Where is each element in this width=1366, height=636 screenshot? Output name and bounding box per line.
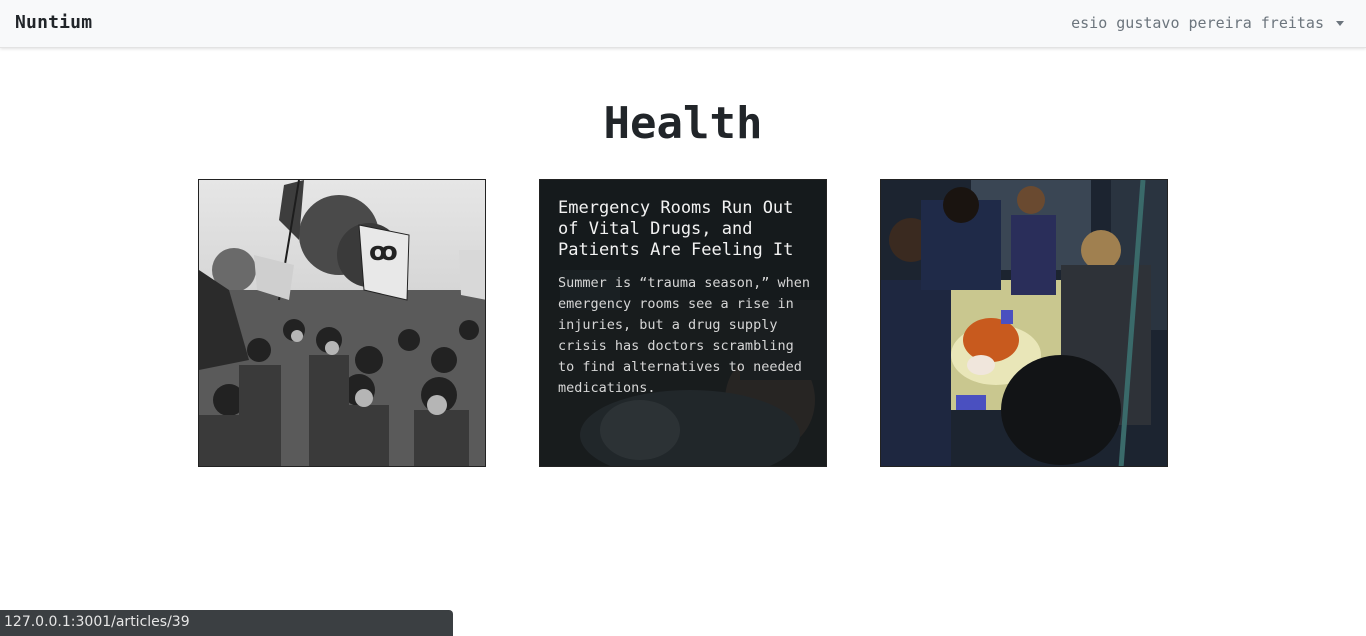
article-summary: Summer is “trauma season,” when emergenc…	[558, 275, 810, 396]
user-dropdown-toggle[interactable]: esio gustavo pereira freitas	[1071, 14, 1344, 32]
article-card[interactable]	[880, 179, 1168, 467]
article-title[interactable]: Emergency Rooms Run Out of Vital Drugs, …	[558, 198, 812, 261]
page-title: Health	[603, 98, 763, 149]
red-panda-veterinary-exam-photo	[881, 180, 1167, 466]
caret-down-icon	[1336, 21, 1344, 26]
protest-march-photo: ꝏ	[199, 180, 485, 466]
card-text: Emergency Rooms Run Out of Vital Drugs, …	[558, 198, 812, 399]
user-name: esio gustavo pereira freitas	[1071, 14, 1324, 32]
browser-status-url: 127.0.0.1:3001/articles/39	[0, 610, 453, 636]
svg-text:ꝏ: ꝏ	[369, 237, 398, 267]
article-card[interactable]: ꝏ	[198, 179, 486, 467]
brand-logo-link[interactable]: Nuntium	[15, 12, 92, 33]
top-navbar: Nuntium esio gustavo pereira freitas	[0, 0, 1366, 48]
article-card[interactable]: Emergency Rooms Run Out of Vital Drugs, …	[539, 179, 827, 467]
